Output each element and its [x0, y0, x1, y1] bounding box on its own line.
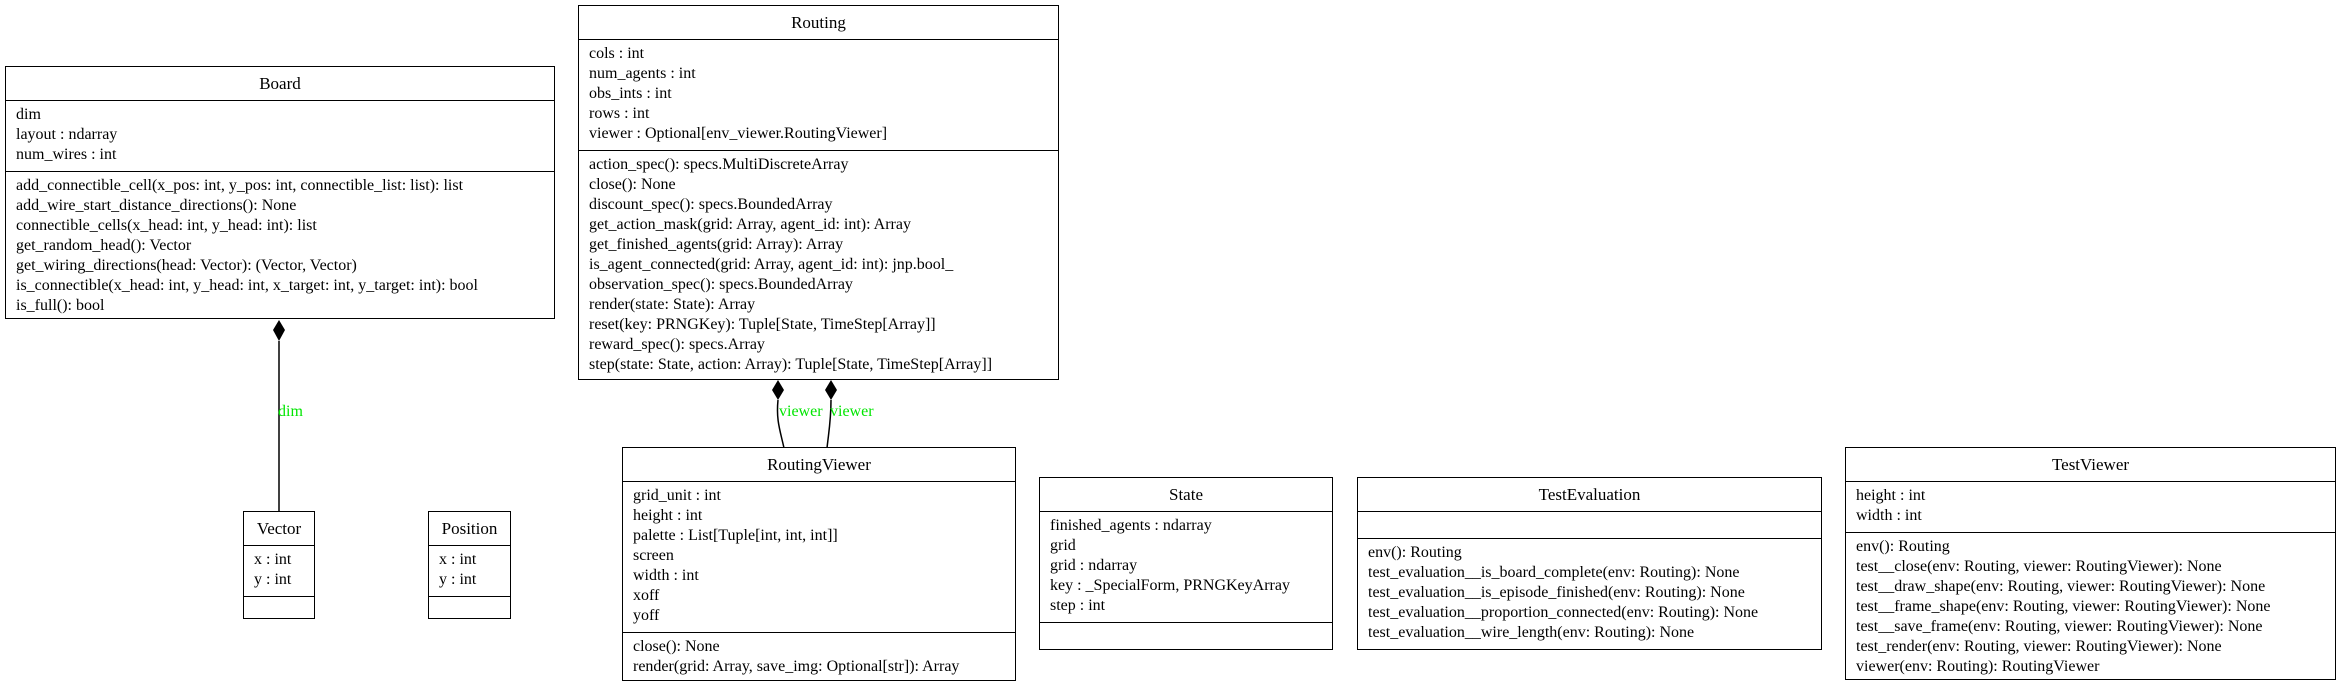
class-attributes: height : int width : int: [1846, 482, 2335, 533]
attribute: grid : ndarray: [1050, 557, 1138, 574]
method: is_full(): bool: [16, 297, 105, 314]
method: action_spec(): specs.MultiDiscreteArray: [589, 156, 849, 173]
class-routing[interactable]: Routing cols : int num_agents : int obs_…: [578, 5, 1059, 380]
attribute: x : int: [439, 551, 477, 568]
composition-diamond-routing-2: [825, 380, 837, 400]
method: viewer(env: Routing): RoutingViewer: [1856, 658, 2100, 675]
method: observation_spec(): specs.BoundedArray: [589, 276, 853, 293]
attribute: rows : int: [589, 105, 650, 122]
method: test_evaluation__proportion_connected(en…: [1368, 604, 1759, 621]
attribute: palette : List[Tuple[int, int, int]]: [633, 527, 838, 544]
class-attributes: [1358, 512, 1821, 539]
method: close(): None: [589, 176, 676, 193]
method: test__frame_shape(env: Routing, viewer: …: [1856, 598, 2271, 615]
attribute: yoff: [633, 607, 660, 624]
method: env(): Routing: [1368, 544, 1462, 561]
attribute: num_wires : int: [16, 146, 117, 163]
attribute: obs_ints : int: [589, 85, 672, 102]
attribute: finished_agents : ndarray: [1050, 517, 1212, 534]
class-title: Board: [6, 67, 554, 101]
attribute: y : int: [439, 571, 477, 588]
class-title: TestEvaluation: [1358, 478, 1821, 512]
method: render(state: State): Array: [589, 296, 756, 313]
class-title: State: [1040, 478, 1332, 512]
method: test_evaluation__is_board_complete(env: …: [1368, 564, 1740, 581]
edge-label-viewer-2: viewer: [830, 403, 874, 420]
method: render(grid: Array, save_img: Optional[s…: [633, 658, 960, 675]
class-methods: [1040, 623, 1332, 649]
class-attributes: cols : int num_agents : int obs_ints : i…: [579, 40, 1058, 151]
method: add_wire_start_distance_directions(): No…: [16, 197, 297, 214]
method: env(): Routing: [1856, 538, 1950, 555]
class-attributes: grid_unit : int height : int palette : L…: [623, 482, 1015, 633]
edge-label-viewer-1: viewer: [779, 403, 823, 420]
class-attributes: finished_agents : ndarray grid grid : nd…: [1040, 512, 1332, 623]
attribute: key : _SpecialForm, PRNGKeyArray: [1050, 577, 1290, 594]
method: reset(key: PRNGKey): Tuple[State, TimeSt…: [589, 316, 936, 333]
method: test__close(env: Routing, viewer: Routin…: [1856, 558, 2222, 575]
class-position[interactable]: Position x : int y : int: [428, 511, 511, 619]
class-title: Position: [429, 512, 510, 546]
attribute: grid_unit : int: [633, 487, 721, 504]
method: test_evaluation__is_episode_finished(env…: [1368, 584, 1745, 601]
method: close(): None: [633, 638, 720, 655]
class-methods: [244, 597, 314, 618]
method: discount_spec(): specs.BoundedArray: [589, 196, 833, 213]
class-attributes: x : int y : int: [429, 546, 510, 597]
class-title: Vector: [244, 512, 314, 546]
method: test__save_frame(env: Routing, viewer: R…: [1856, 618, 2263, 635]
attribute: y : int: [254, 571, 292, 588]
class-methods: add_connectible_cell(x_pos: int, y_pos: …: [6, 172, 554, 322]
method: test_render(env: Routing, viewer: Routin…: [1856, 638, 2222, 655]
class-title: TestViewer: [1846, 448, 2335, 482]
method: is_connectible(x_head: int, y_head: int,…: [16, 277, 478, 294]
method: add_connectible_cell(x_pos: int, y_pos: …: [16, 177, 464, 194]
class-state[interactable]: State finished_agents : ndarray grid gri…: [1039, 477, 1333, 650]
attribute: height : int: [633, 507, 703, 524]
class-title: RoutingViewer: [623, 448, 1015, 482]
class-attributes: dim layout : ndarray num_wires : int: [6, 101, 554, 172]
class-vector[interactable]: Vector x : int y : int: [243, 511, 315, 619]
class-methods: [429, 597, 510, 618]
method: reward_spec(): specs.Array: [589, 336, 765, 353]
class-methods: env(): Routing test__close(env: Routing,…: [1846, 533, 2335, 683]
attribute: width : int: [1856, 507, 1922, 524]
class-methods: action_spec(): specs.MultiDiscreteArray …: [579, 151, 1058, 381]
method: get_action_mask(grid: Array, agent_id: i…: [589, 216, 911, 233]
composition-diamond-routing-1: [772, 380, 784, 400]
attribute: cols : int: [589, 45, 645, 62]
class-title: Routing: [579, 6, 1058, 40]
attribute: num_agents : int: [589, 65, 696, 82]
attribute: dim: [16, 106, 41, 123]
attribute: screen: [633, 547, 674, 564]
method: connectible_cells(x_head: int, y_head: i…: [16, 217, 317, 234]
attribute: height : int: [1856, 487, 1926, 504]
class-board[interactable]: Board dim layout : ndarray num_wires : i…: [5, 66, 555, 319]
attribute: layout : ndarray: [16, 126, 118, 143]
composition-diamond-board: [273, 320, 285, 341]
class-testviewer[interactable]: TestViewer height : int width : int env(…: [1845, 447, 2336, 680]
class-attributes: x : int y : int: [244, 546, 314, 597]
method: get_wiring_directions(head: Vector): (Ve…: [16, 257, 357, 274]
method: get_finished_agents(grid: Array): Array: [589, 236, 844, 253]
attribute: xoff: [633, 587, 660, 604]
attribute: width : int: [633, 567, 699, 584]
class-methods: env(): Routing test_evaluation__is_board…: [1358, 539, 1821, 649]
method: test__draw_shape(env: Routing, viewer: R…: [1856, 578, 2266, 595]
edge-label-dim: dim: [278, 403, 303, 420]
class-routingviewer[interactable]: RoutingViewer grid_unit : int height : i…: [622, 447, 1016, 681]
attribute: step : int: [1050, 597, 1106, 614]
method: is_agent_connected(grid: Array, agent_id…: [589, 256, 954, 273]
method: get_random_head(): Vector: [16, 237, 192, 254]
attribute: x : int: [254, 551, 292, 568]
class-methods: close(): None render(grid: Array, save_i…: [623, 633, 1015, 683]
attribute: viewer : Optional[env_viewer.RoutingView…: [589, 125, 888, 142]
attribute: grid: [1050, 537, 1076, 554]
method: test_evaluation__wire_length(env: Routin…: [1368, 624, 1695, 641]
class-testevaluation[interactable]: TestEvaluation env(): Routing test_evalu…: [1357, 477, 1822, 650]
method: step(state: State, action: Array): Tuple…: [589, 356, 993, 373]
